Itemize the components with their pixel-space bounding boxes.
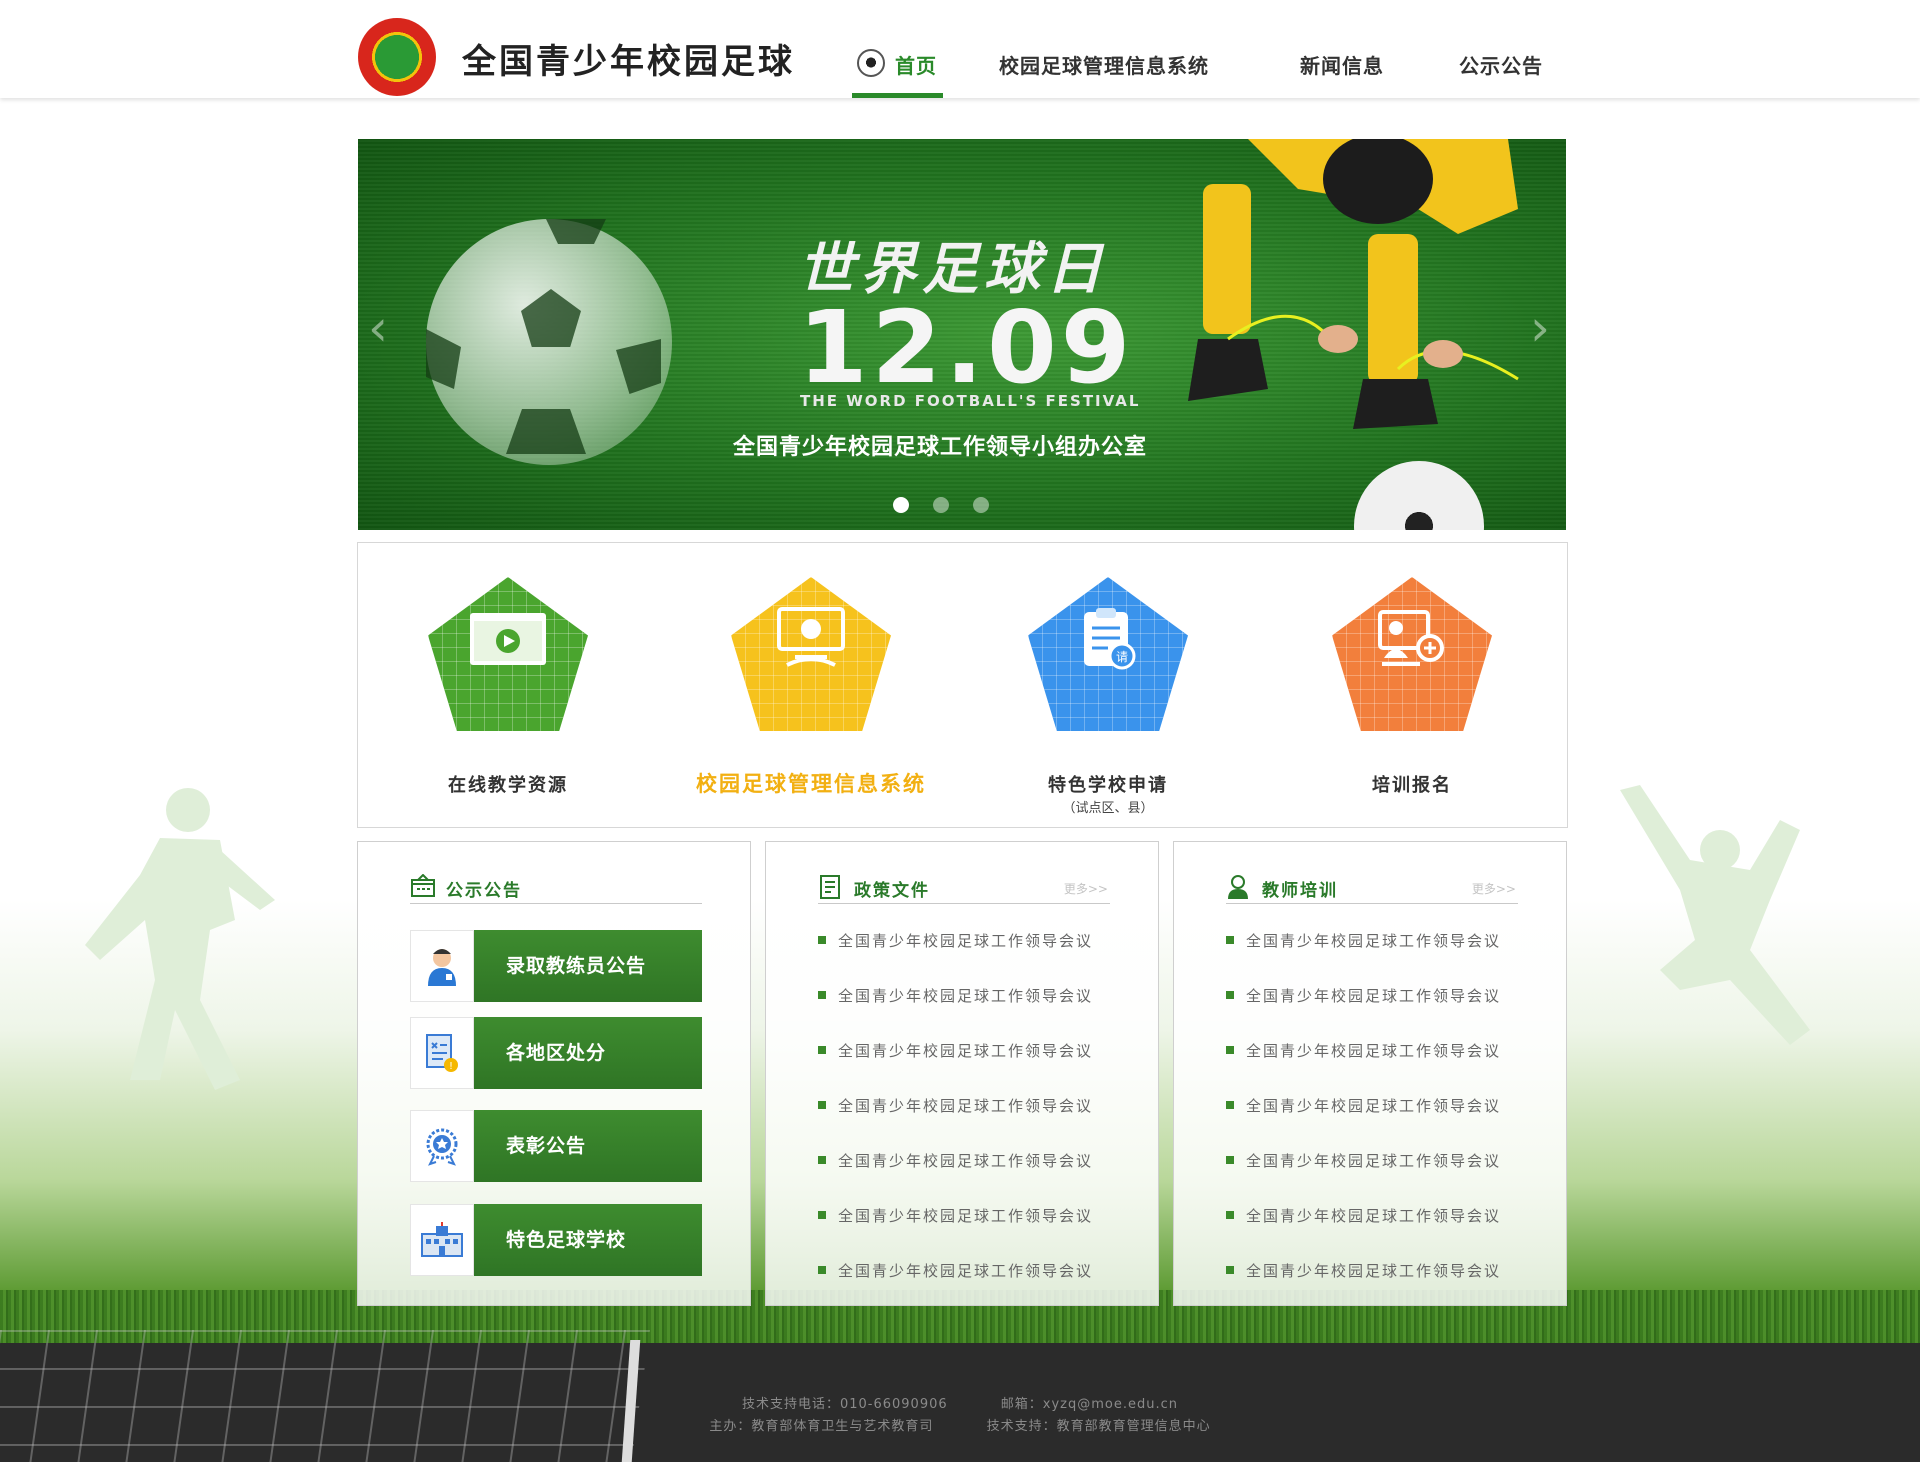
player-silhouette-left-icon [85, 788, 275, 1090]
card-title: 公示公告 [446, 881, 522, 901]
list-item[interactable]: 全国青少年校园足球工作领导会议 [818, 1095, 1110, 1150]
coach-icon [428, 949, 456, 986]
list-item[interactable]: 全国青少年校园足球工作领导会议 [818, 930, 1110, 985]
notice-button-label: 各地区处分 [474, 1017, 702, 1089]
banner-subtitle-en: THE WORD FOOTBALL'S FESTIVAL [800, 392, 1141, 410]
nav-news[interactable]: 新闻信息 [1300, 50, 1384, 79]
more-link[interactable]: 更多>> [1064, 880, 1108, 897]
footer-host: 主办：教育部体育卫生与艺术教育司 [709, 1419, 934, 1434]
card-header: 政策文件 更多>> [818, 874, 1110, 904]
quick-link-management-system[interactable]: 校园足球管理信息系统 [681, 543, 941, 829]
site-title[interactable]: 全国青少年校园足球 [462, 34, 795, 83]
policy-documents-card: 政策文件 更多>> 全国青少年校园足球工作领导会议 全国青少年校园足球工作领导会… [765, 841, 1159, 1306]
penalty-document-icon: ! [426, 1034, 458, 1072]
notice-button-label: 录取教练员公告 [474, 930, 702, 1002]
nav-management-system[interactable]: 校园足球管理信息系统 [999, 50, 1209, 79]
list-item[interactable]: 全国青少年校园足球工作领导会议 [1226, 1095, 1518, 1150]
banner-subtitle: 全国青少年校园足球工作领导小组办公室 [733, 435, 1148, 460]
banner-date: 12.09 [798, 289, 1135, 406]
list-item[interactable]: 全国青少年校园足球工作领导会议 [818, 1205, 1110, 1260]
video-play-icon [470, 613, 546, 665]
list-item[interactable]: 全国青少年校园足球工作领导会议 [818, 985, 1110, 1040]
list-item[interactable]: 全国青少年校园足球工作领导会议 [1226, 1150, 1518, 1205]
nav-home[interactable]: 首页 [895, 50, 937, 79]
banner-dot-2[interactable] [933, 497, 950, 513]
list-item[interactable]: 全国青少年校园足球工作领导会议 [1226, 1040, 1518, 1095]
card-title: 教师培训 [1262, 881, 1338, 901]
application-form-icon: 请 [1084, 608, 1136, 670]
soccer-ball-icon [857, 49, 885, 77]
footer-phone: 技术支持电话：010-66090906 [741, 1397, 948, 1412]
banner-next-arrow-icon[interactable]: › [1530, 299, 1550, 357]
svg-text:!: ! [449, 1061, 453, 1072]
player-silhouette-right-icon [1620, 785, 1810, 1045]
announcements-card: 公示公告 录取教练员公告 ! 各地区处分 表彰公告 特色足球学校 [357, 841, 751, 1306]
notice-coach-admission-button[interactable]: 录取教练员公告 [410, 930, 702, 1002]
policy-list: 全国青少年校园足球工作领导会议 全国青少年校园足球工作领导会议 全国青少年校园足… [818, 930, 1110, 1315]
footer-support: 技术支持：教育部教育管理信息中心 [986, 1419, 1211, 1434]
banner-player-image [1188, 139, 1519, 429]
announcement-board-icon [411, 874, 435, 897]
list-item[interactable]: 全国青少年校园足球工作领导会议 [818, 1040, 1110, 1095]
notice-commendation-button[interactable]: 表彰公告 [410, 1110, 702, 1182]
notice-button-label: 特色足球学校 [474, 1204, 702, 1276]
card-title: 政策文件 [854, 881, 930, 901]
hero-banner[interactable]: 世界足球日 12.09 THE WORD FOOTBALL'S FESTIVAL… [358, 139, 1566, 530]
nav-announcements[interactable]: 公示公告 [1459, 50, 1543, 79]
site-header: 全国青少年校园足球 首页 校园足球管理信息系统 新闻信息 公示公告 [0, 0, 1920, 98]
quick-link-label: 校园足球管理信息系统 [696, 772, 926, 796]
list-item[interactable]: 全国青少年校园足球工作领导会议 [1226, 1260, 1518, 1315]
notice-regional-penalty-button[interactable]: ! 各地区处分 [410, 1017, 702, 1089]
list-item[interactable]: 全国青少年校园足球工作领导会议 [818, 1150, 1110, 1205]
banner-dot-1[interactable] [893, 497, 909, 513]
site-logo[interactable] [358, 18, 436, 96]
svg-text:请: 请 [1116, 650, 1128, 664]
teacher-icon [1228, 875, 1248, 899]
notice-button-label: 表彰公告 [474, 1110, 702, 1182]
quick-link-online-resources[interactable]: 在线教学资源 [378, 543, 638, 829]
award-medal-icon [426, 1128, 458, 1166]
banner-prev-arrow-icon[interactable]: ‹ [368, 299, 388, 357]
card-header: 公示公告 [410, 874, 702, 904]
list-item[interactable]: 全国青少年校园足球工作领导会议 [818, 1260, 1110, 1315]
footer-host-line: 主办：教育部体育卫生与艺术教育司 技术支持：教育部教育管理信息中心 [0, 1415, 1920, 1434]
footer-contact-line: 技术支持电话：010-66090906 邮箱：xyzq@moe.edu.cn [0, 1393, 1920, 1412]
quick-link-label: 培训报名 [1372, 775, 1452, 796]
banner-dot-3[interactable] [973, 497, 990, 513]
quick-link-label: 在线教学资源 [448, 775, 568, 796]
more-link[interactable]: 更多>> [1472, 880, 1516, 897]
school-building-icon [421, 1222, 463, 1257]
quick-link-label: 特色学校申请 [1048, 775, 1168, 796]
quick-link-sublabel: （试点区、县） [1062, 801, 1154, 816]
training-register-icon [1378, 610, 1444, 666]
teacher-training-card: 教师培训 更多>> 全国青少年校园足球工作领导会议 全国青少年校园足球工作领导会… [1173, 841, 1567, 1306]
list-item[interactable]: 全国青少年校园足球工作领导会议 [1226, 985, 1518, 1040]
quick-links-panel: 在线教学资源 校园足球管理信息系统 请 特色学校申请 （试点区、县） 培训报名 [357, 542, 1568, 828]
card-header: 教师培训 更多>> [1226, 874, 1518, 904]
nav-active-indicator [852, 93, 943, 98]
notice-featured-school-button[interactable]: 特色足球学校 [410, 1204, 702, 1276]
list-item[interactable]: 全国青少年校园足球工作领导会议 [1226, 930, 1518, 985]
list-item[interactable]: 全国青少年校园足球工作领导会议 [1226, 1205, 1518, 1260]
document-icon [820, 875, 840, 899]
quick-link-training-register[interactable]: 培训报名 [1282, 543, 1542, 829]
training-list: 全国青少年校园足球工作领导会议 全国青少年校园足球工作领导会议 全国青少年校园足… [1226, 930, 1518, 1315]
footer-email: 邮箱：xyzq@moe.edu.cn [1000, 1397, 1179, 1412]
monitor-soccer-icon [777, 607, 845, 667]
quick-link-school-application[interactable]: 请 特色学校申请 （试点区、县） [978, 543, 1238, 829]
banner-soccer-ball-icon [426, 219, 672, 465]
banner-pagination [893, 497, 1008, 517]
